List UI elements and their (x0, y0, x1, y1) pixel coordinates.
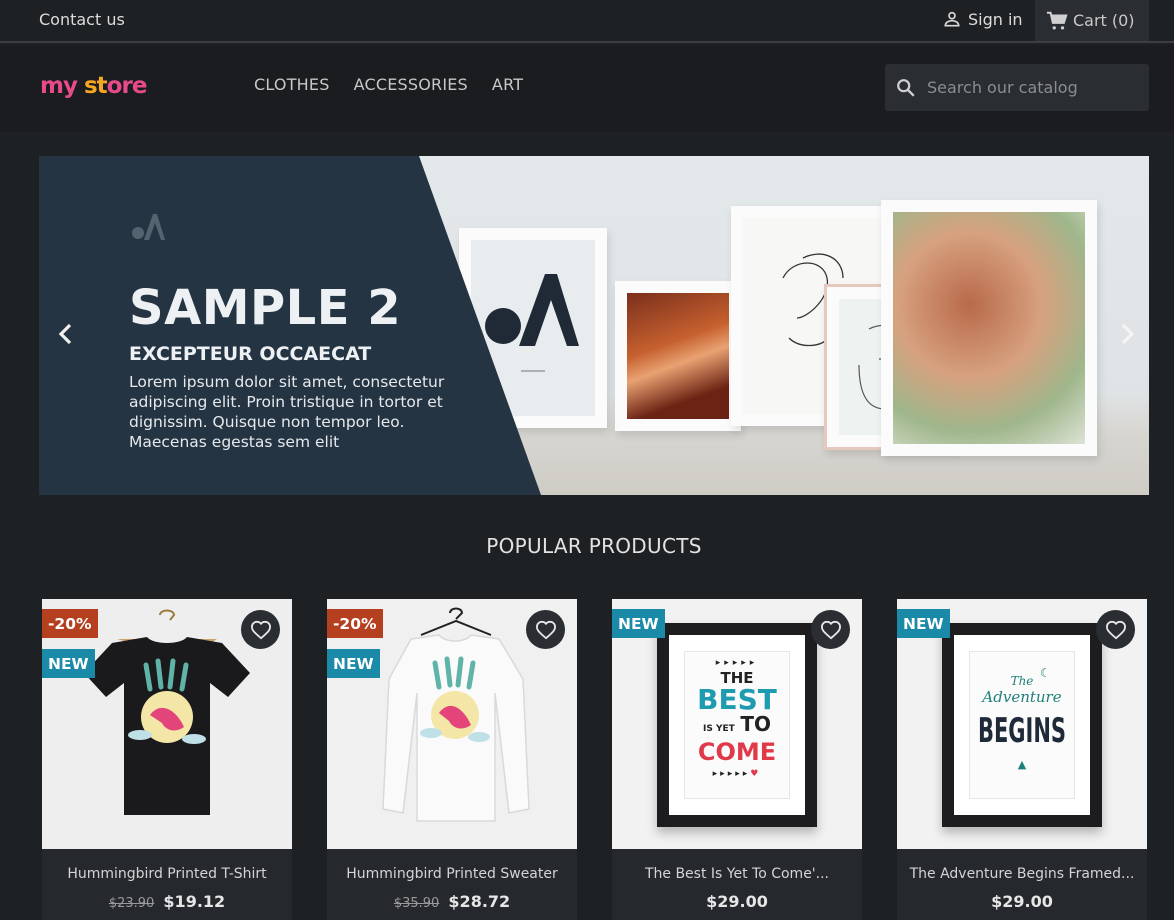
regular-price: $23.90 (108, 896, 155, 911)
product-image[interactable]: ▸▸▸▸▸ THE BEST IS YET TO COME ▸▸▸▸▸♥ NEW (612, 599, 862, 849)
poster-line-isyet: IS YET (702, 724, 735, 734)
brand-mark-icon (132, 214, 165, 240)
nav-art[interactable]: ART (492, 75, 523, 94)
product-image[interactable]: ☾ The Adventure BEGINS ▲ NEW (897, 599, 1147, 849)
product-prices: $29.00 (897, 892, 1147, 911)
chevron-left-icon[interactable] (56, 322, 76, 346)
poster-line-come: COME (697, 738, 777, 766)
search-icon (897, 78, 915, 97)
heart-icon (820, 620, 841, 639)
product-info: The Best Is Yet To Come'... $29.00 (612, 849, 862, 920)
wishlist-button[interactable] (1096, 610, 1135, 649)
wishlist-button[interactable] (811, 610, 850, 649)
search-box[interactable]: Search our catalog (885, 64, 1149, 111)
moon-icon: ☾ (1040, 666, 1051, 680)
new-badge: NEW (42, 649, 95, 678)
cart-label: Cart (1073, 11, 1107, 30)
contact-us-link[interactable]: Contact us (39, 10, 125, 29)
product-prices: $23.90 $19.12 (42, 892, 292, 911)
cart-count: (0) (1111, 11, 1135, 30)
new-badge: NEW (612, 609, 665, 638)
hero-slider[interactable]: SAMPLE 2 EXCEPTEUR OCCAECAT Lorem ipsum … (39, 156, 1149, 495)
product-name[interactable]: Hummingbird Printed T-Shirt (42, 866, 292, 882)
product-image[interactable]: -20% NEW (42, 599, 292, 849)
product-prices: $35.90 $28.72 (327, 892, 577, 911)
product-price: $19.12 (163, 892, 226, 911)
poster-line-best: BEST (697, 683, 777, 716)
product-prices: $29.00 (612, 892, 862, 911)
sign-in-link[interactable]: Sign in (942, 9, 1023, 29)
product-card[interactable]: ☾ The Adventure BEGINS ▲ NEW The Adventu… (897, 599, 1147, 920)
product-info: Hummingbird Printed Sweater $35.90 $28.7… (327, 849, 577, 920)
section-title: POPULAR PRODUCTS (486, 534, 702, 558)
top-bar: Contact us Sign in Cart (0) (0, 0, 1174, 43)
wishlist-button[interactable] (526, 610, 565, 649)
frame-grand-canyon-map (881, 200, 1097, 456)
sign-in-label: Sign in (968, 9, 1023, 29)
store-logo[interactable]: my store (40, 73, 147, 99)
tent-icon: ▲ (1017, 758, 1027, 771)
wishlist-button[interactable] (241, 610, 280, 649)
heart-icon (250, 620, 271, 639)
product-info: Hummingbird Printed T-Shirt $23.90 $19.1… (42, 849, 292, 920)
nav-accessories[interactable]: ACCESSORIES (354, 75, 468, 94)
product-image[interactable]: -20% NEW (327, 599, 577, 849)
product-card[interactable]: -20% NEW Hummingbird Printed T-Shirt $23… (42, 599, 292, 920)
discount-badge: -20% (42, 609, 98, 638)
product-price: $28.72 (448, 892, 511, 911)
user-icon (944, 11, 960, 27)
poster-line-begins: BEGINS (977, 711, 1067, 751)
product-card[interactable]: ▸▸▸▸▸ THE BEST IS YET TO COME ▸▸▸▸▸♥ NEW… (612, 599, 862, 920)
heart-icon (535, 620, 556, 639)
product-name[interactable]: Hummingbird Printed Sweater (327, 866, 577, 882)
chevron-right-icon[interactable] (1117, 322, 1137, 346)
new-badge: NEW (897, 609, 950, 638)
poster-frame: ▸▸▸▸▸ THE BEST IS YET TO COME ▸▸▸▸▸♥ (657, 623, 817, 827)
discount-badge: -20% (327, 609, 383, 638)
cart-icon (1046, 11, 1068, 30)
heart-icon (1105, 620, 1126, 639)
poster-arrows-top: ▸▸▸▸▸ (715, 658, 759, 668)
poster-arrows-bottom: ▸▸▸▸▸♥ (712, 769, 762, 779)
search-input[interactable]: Search our catalog (927, 78, 1078, 97)
product-card[interactable]: -20% NEW Hummingbird Printed Sweater $35… (327, 599, 577, 920)
poster-line-the: The (1010, 674, 1034, 688)
poster-frame: ☾ The Adventure BEGINS ▲ (942, 623, 1102, 827)
product-name[interactable]: The Adventure Begins Framed... (897, 866, 1147, 882)
product-name[interactable]: The Best Is Yet To Come'... (612, 866, 862, 882)
cart-button[interactable]: Cart (0) (1035, 0, 1149, 41)
product-price: $29.00 (991, 892, 1053, 911)
regular-price: $35.90 (393, 896, 440, 911)
hero-description: Lorem ipsum dolor sit amet, consectetur … (129, 373, 445, 451)
nav-clothes[interactable]: CLOTHES (254, 75, 330, 94)
hero-subtitle: EXCEPTEUR OCCAECAT (129, 343, 372, 365)
poster-line-to: TO (740, 712, 771, 736)
product-price: $29.00 (706, 892, 768, 911)
main-header: my store CLOTHES ACCESSORIES ART Search … (0, 45, 1174, 132)
main-nav: CLOTHES ACCESSORIES ART (254, 75, 523, 94)
frame-canyon (615, 281, 741, 431)
product-info: The Adventure Begins Framed... $29.00 (897, 849, 1147, 920)
hero-title: SAMPLE 2 (129, 280, 402, 336)
new-badge: NEW (327, 649, 380, 678)
